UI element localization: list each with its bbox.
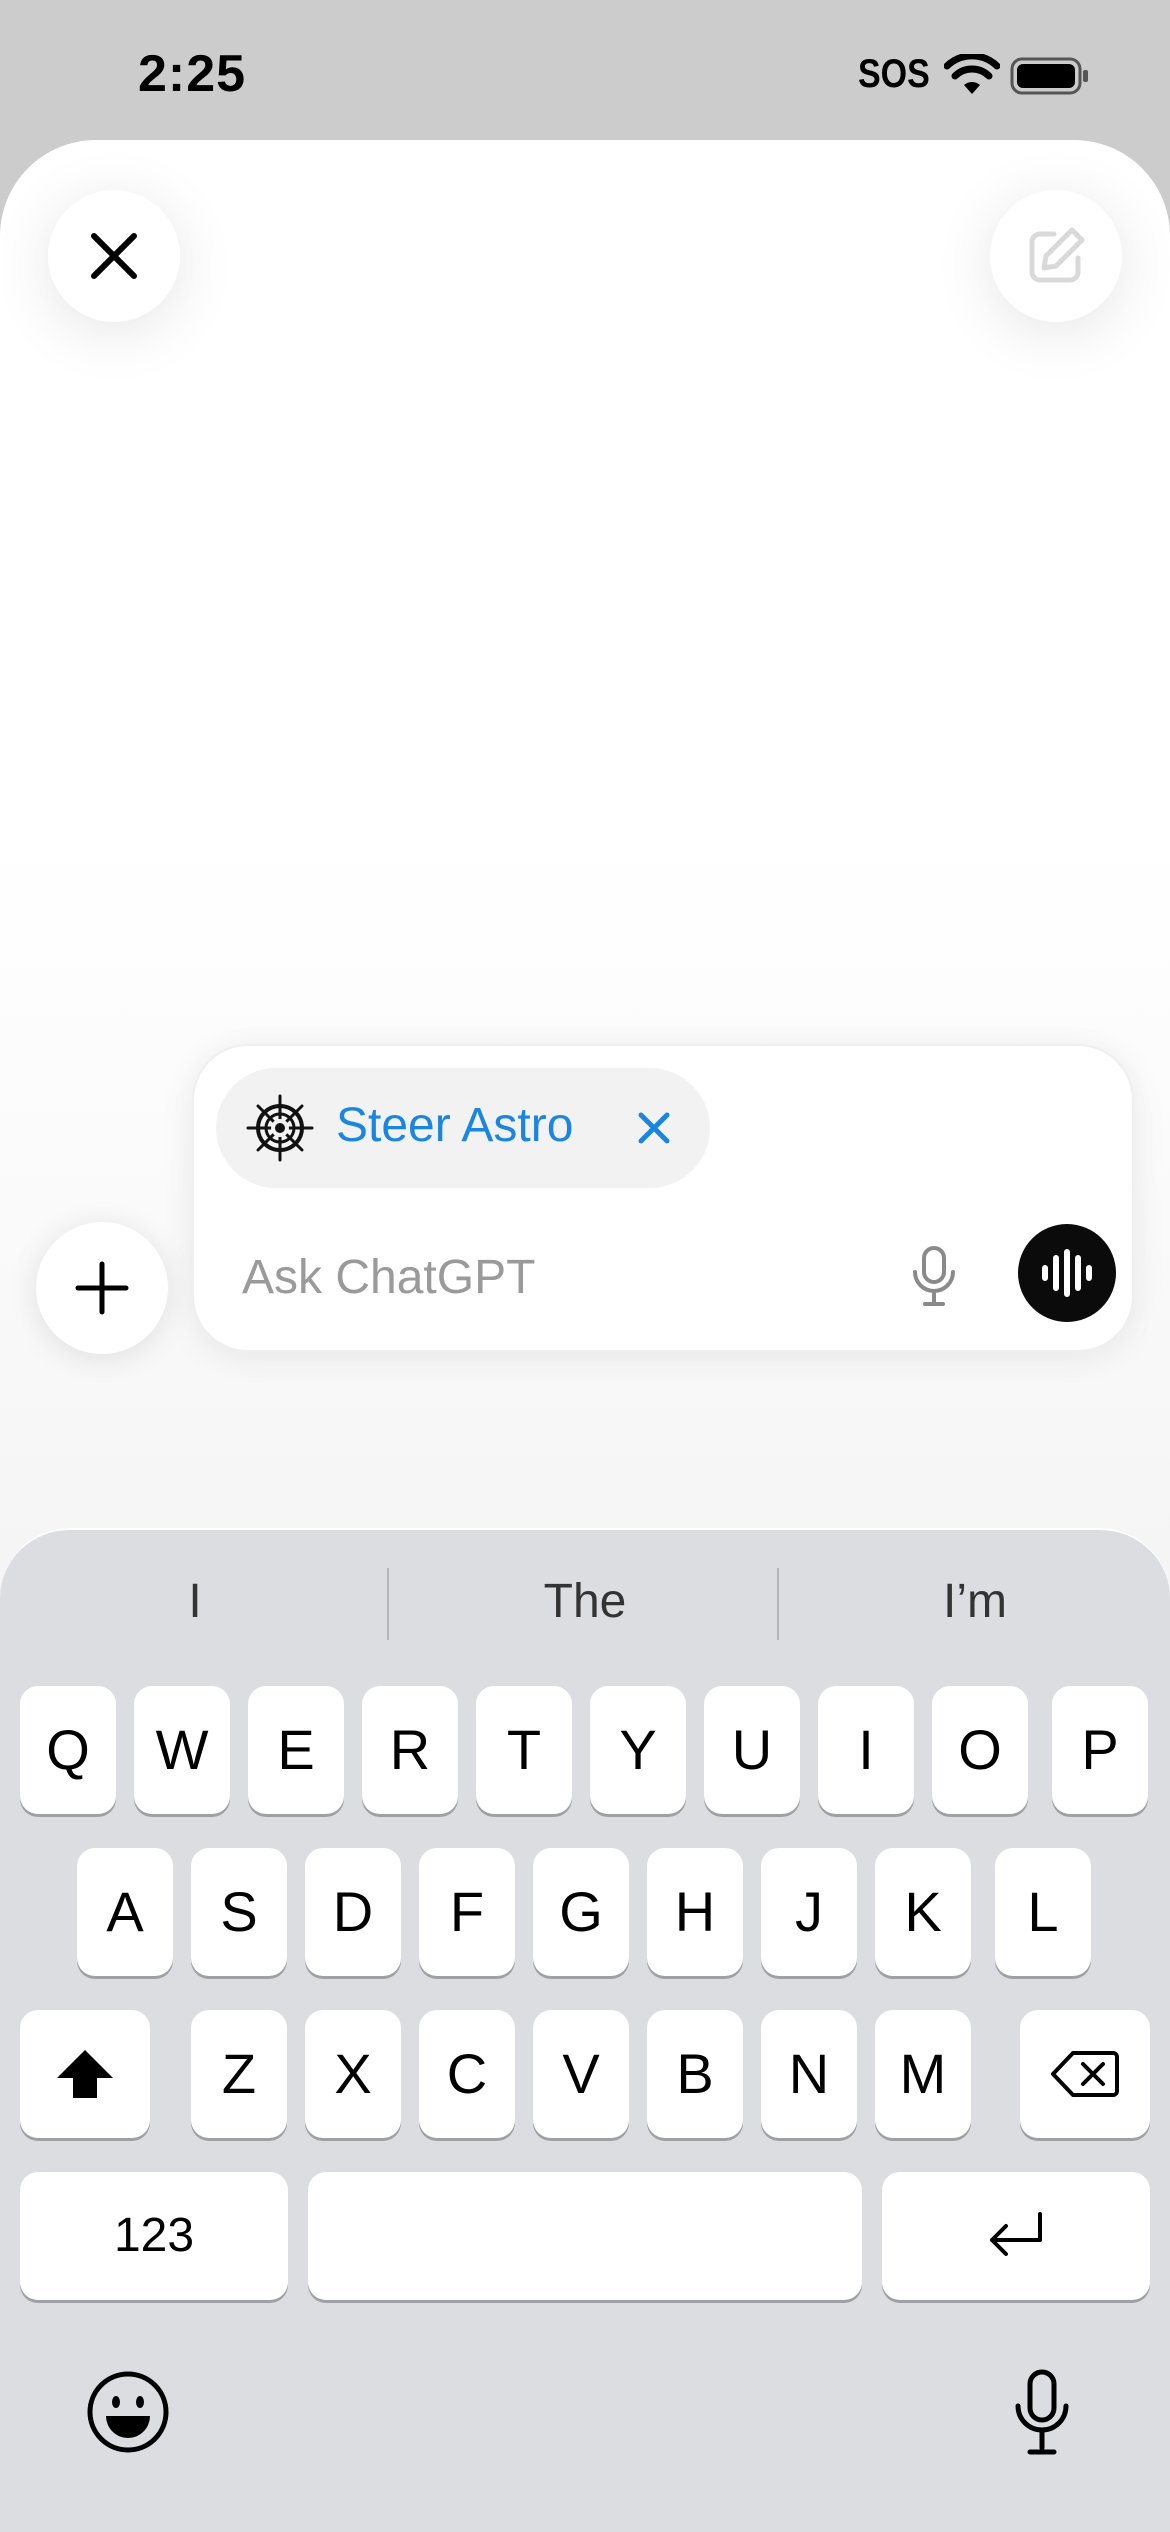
key-p[interactable]: P [1052,1686,1148,1814]
new-chat-button[interactable] [990,190,1122,322]
key-i[interactable]: I [818,1686,914,1814]
message-input[interactable] [242,1242,862,1312]
keyboard: I The I’m Q W E R T Y U I O P A S D F G … [0,1528,1170,2532]
suggestion-1[interactable]: I [0,1562,390,1642]
status-time: 2:25 [138,45,247,103]
key-u[interactable]: U [704,1686,800,1814]
key-c[interactable]: C [419,2010,515,2138]
voice-mode-button[interactable] [1018,1224,1116,1322]
ship-wheel-icon [246,1094,314,1162]
key-e[interactable]: E [248,1686,344,1814]
space-key[interactable] [308,2172,862,2300]
tool-chip[interactable]: Steer Astro [216,1068,710,1188]
suggestion-2[interactable]: The [390,1562,780,1642]
status-bar: 2:25 SOS [0,0,1170,140]
key-w[interactable]: W [134,1686,230,1814]
key-k[interactable]: K [875,1848,971,1976]
key-o[interactable]: O [932,1686,1028,1814]
key-v[interactable]: V [533,2010,629,2138]
voice-waveform-icon [1042,1249,1092,1297]
backspace-icon [1051,2051,1119,2097]
shift-key[interactable] [20,2010,150,2138]
key-h[interactable]: H [647,1848,743,1976]
return-icon [990,2212,1042,2256]
numbers-key[interactable]: 123 [20,2172,288,2300]
plus-icon [75,1261,129,1315]
key-s[interactable]: S [191,1848,287,1976]
key-y[interactable]: Y [590,1686,686,1814]
microphone-icon [1015,2369,1069,2455]
backspace-key[interactable] [1020,2010,1150,2138]
attach-button[interactable] [36,1222,168,1354]
dictation-button[interactable] [996,2364,1088,2460]
suggestion-divider [777,1568,779,1640]
battery-icon [1010,57,1088,95]
dictate-button[interactable] [894,1236,974,1316]
microphone-icon [913,1246,955,1306]
suggestion-3[interactable]: I’m [780,1562,1170,1642]
tool-chip-remove-button[interactable] [626,1100,682,1156]
key-d[interactable]: D [305,1848,401,1976]
key-x[interactable]: X [305,2010,401,2138]
close-icon [91,233,137,279]
emoji-button[interactable] [84,2368,172,2456]
suggestion-divider [387,1568,389,1640]
compose-icon [1029,227,1085,283]
close-icon [638,1112,670,1144]
key-m[interactable]: M [875,2010,971,2138]
composer: Steer Astro [192,1044,1134,1352]
wifi-icon [944,54,1000,94]
shift-icon [57,2050,113,2098]
key-t[interactable]: T [476,1686,572,1814]
key-f[interactable]: F [419,1848,515,1976]
tool-chip-label: Steer Astro [336,1099,574,1152]
key-j[interactable]: J [761,1848,857,1976]
key-z[interactable]: Z [191,2010,287,2138]
close-button[interactable] [48,190,180,322]
key-b[interactable]: B [647,2010,743,2138]
emoji-icon [87,2371,169,2453]
key-r[interactable]: R [362,1686,458,1814]
key-l[interactable]: L [995,1848,1091,1976]
status-sos: SOS [858,52,930,96]
key-n[interactable]: N [761,2010,857,2138]
key-a[interactable]: A [77,1848,173,1976]
key-g[interactable]: G [533,1848,629,1976]
return-key[interactable] [882,2172,1150,2300]
key-q[interactable]: Q [20,1686,116,1814]
